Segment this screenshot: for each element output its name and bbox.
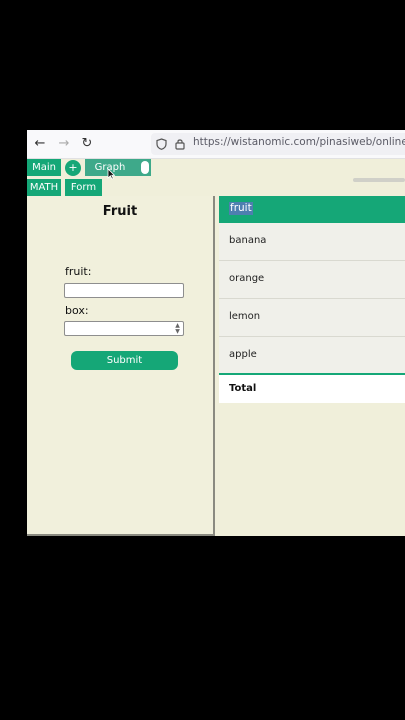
row-label: apple [229, 349, 257, 360]
url-text: https://wistanomic.com/pinasiweb/onlinep… [193, 136, 405, 148]
table-row[interactable]: apple [219, 337, 405, 375]
horizontal-scrollbar[interactable] [353, 178, 405, 182]
lock-icon [175, 139, 185, 150]
add-tab-button[interactable]: + [65, 160, 81, 176]
app-tab-bar: Main + Graph [27, 159, 405, 180]
stepper-arrows-icon[interactable]: ▲ ▼ [173, 323, 182, 335]
table-row[interactable]: banana [219, 223, 405, 261]
row-label: banana [229, 235, 267, 246]
table-row[interactable]: lemon [219, 299, 405, 337]
back-arrow-icon[interactable]: ← [32, 136, 48, 152]
total-label: Total [229, 383, 257, 394]
fruit-field-label: fruit: [65, 265, 92, 278]
box-field-label: box: [65, 304, 89, 317]
browser-window: ← → ↻ https://wistanomic.com/pinasiweb/o… [27, 130, 405, 536]
reload-icon[interactable]: ↻ [79, 136, 95, 152]
row-label: lemon [229, 311, 261, 322]
browser-toolbar: ← → ↻ https://wistanomic.com/pinasiweb/o… [27, 130, 405, 159]
forward-arrow-icon[interactable]: → [56, 136, 72, 152]
table-total-row: Total [219, 373, 405, 403]
fruit-table: fruit banana orange lemon apple Total [219, 196, 405, 536]
table-row[interactable]: orange [219, 261, 405, 299]
shield-icon [156, 138, 167, 150]
tab-math[interactable]: MATH [27, 179, 61, 196]
tab-main[interactable]: Main [27, 159, 61, 176]
form-title: Fruit [102, 204, 138, 219]
tab-form[interactable]: Form [65, 179, 102, 196]
submit-button[interactable]: Submit [71, 351, 178, 370]
mouse-cursor-icon [107, 168, 115, 180]
toggle-switch[interactable] [141, 161, 149, 174]
fruit-input[interactable] [64, 283, 184, 298]
form-panel: Fruit fruit: box: ▲ ▼ Submit [27, 196, 215, 536]
row-label: orange [229, 273, 265, 284]
box-number-input[interactable]: ▲ ▼ [64, 321, 184, 336]
table-header-label[interactable]: fruit [229, 202, 253, 215]
table-header: fruit [219, 196, 405, 223]
